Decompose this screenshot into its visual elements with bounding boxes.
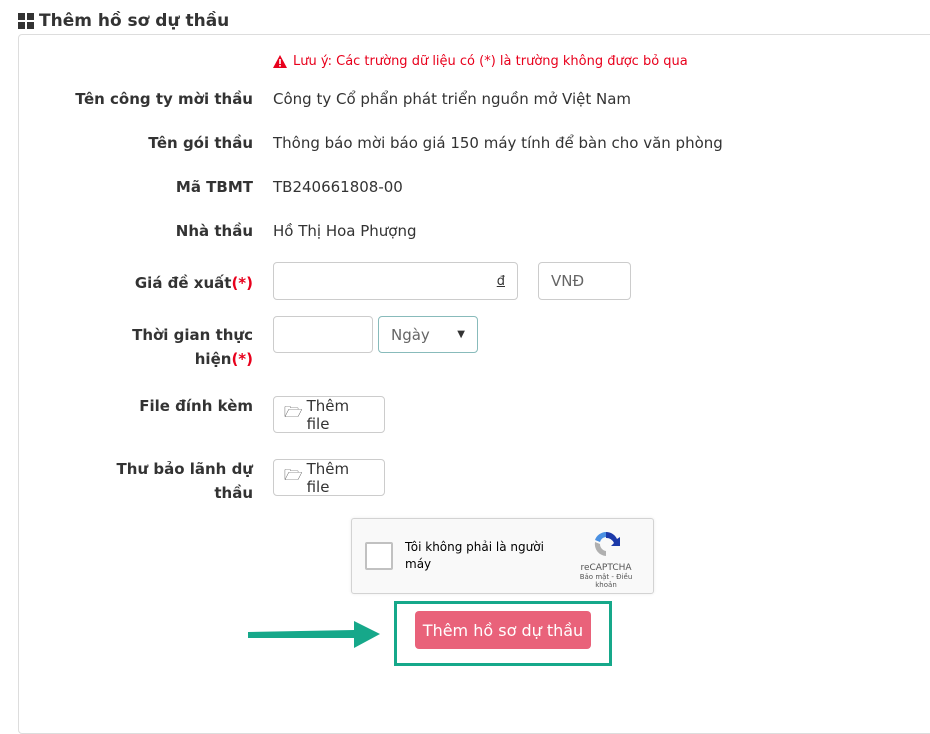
arrow-annotation-icon [248, 621, 380, 648]
contractor-label: Nhà thầu [175, 222, 253, 240]
company-label: Tên công ty mời thầu [75, 90, 253, 108]
recaptcha-logo-icon [594, 531, 620, 556]
page-title: Thêm hồ sơ dự thầu [18, 11, 229, 31]
guarantee-label: Thư bảo lãnh dự thầu [116, 460, 253, 502]
dong-suffix: đ [496, 273, 505, 289]
time-label: Thời gian thực hiện(*) [132, 326, 253, 368]
recaptcha-checkbox[interactable] [365, 542, 393, 570]
required-note: Lưu ý: Các trường dữ liệu có (*) là trườ… [273, 54, 688, 69]
folder-open-icon: 🗁 [284, 403, 303, 421]
code-label: Mã TBMT [175, 178, 253, 196]
chevron-down-icon: ▼ [457, 329, 465, 340]
page-title-text: Thêm hồ sơ dự thầu [39, 11, 230, 31]
recaptcha-links[interactable]: Bảo mật - Điều khoản [571, 573, 641, 589]
add-file-button[interactable]: 🗁 Thêm file [273, 396, 385, 433]
time-input[interactable] [273, 316, 373, 353]
recaptcha-widget: Tôi không phải là người máy reCAPTCHA Bả… [351, 518, 654, 594]
file-label: File đính kèm [139, 397, 253, 415]
price-label: Giá đề xuất(*) [134, 274, 253, 292]
company-value: Công ty Cổ phẩn phát triển nguồn mở Việt… [273, 90, 632, 108]
recaptcha-text: Tôi không phải là người máy [405, 540, 544, 571]
th-large-icon [18, 13, 34, 29]
package-label: Tên gói thầu [148, 134, 253, 152]
code-value: TB240661808-00 [273, 178, 403, 196]
note-text: Lưu ý: Các trường dữ liệu có (*) là trườ… [293, 54, 688, 69]
contractor-value: Hồ Thị Hoa Phượng [273, 222, 417, 240]
currency-field: VNĐ [538, 262, 631, 300]
warning-icon [273, 55, 287, 68]
price-input[interactable]: đ [273, 262, 518, 300]
submit-bid-button[interactable]: Thêm hồ sơ dự thầu [415, 611, 591, 649]
package-value: Thông báo mời báo giá 150 máy tính để bà… [273, 134, 723, 152]
add-guarantee-file-button[interactable]: 🗁 Thêm file [273, 459, 385, 496]
folder-open-icon: 🗁 [284, 466, 303, 484]
recaptcha-brand: reCAPTCHA [580, 563, 632, 573]
time-unit-select[interactable]: Ngày ▼ [378, 316, 478, 353]
